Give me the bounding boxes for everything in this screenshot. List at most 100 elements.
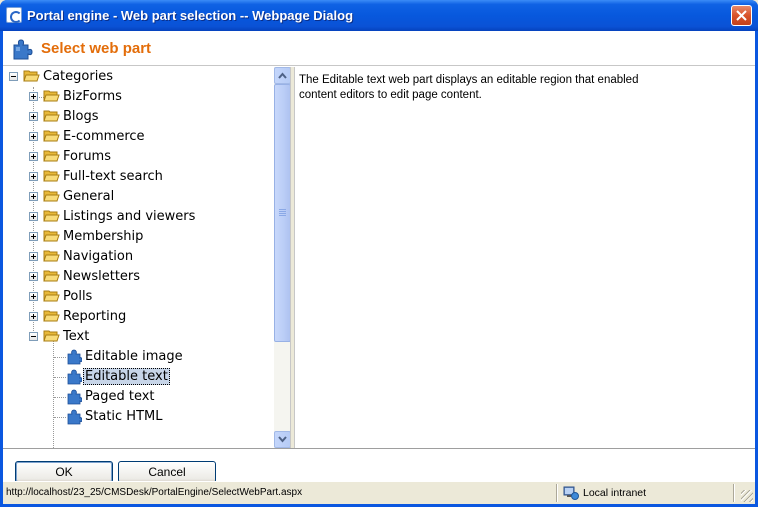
tree-node-label: BizForms: [63, 89, 122, 104]
tree-node-label: E-commerce: [63, 129, 145, 144]
expand-icon[interactable]: [29, 92, 38, 101]
intranet-zone-icon: [563, 486, 579, 500]
folder-icon: [43, 230, 60, 242]
tree-line: [54, 417, 66, 418]
tree-node-category-text[interactable]: Text: [3, 327, 263, 347]
expand-icon[interactable]: [29, 252, 38, 261]
expand-icon[interactable]: [29, 232, 38, 241]
tree-node-label: Membership: [63, 229, 144, 244]
tree-node-category[interactable]: E-commerce: [3, 127, 263, 147]
tree-node-label: Forums: [63, 149, 111, 164]
tree-node-category[interactable]: Listings and viewers: [3, 207, 263, 227]
tree-node-label: Editable image: [85, 349, 183, 364]
chevron-down-icon: [278, 436, 287, 443]
expand-icon[interactable]: [29, 132, 38, 141]
scroll-thumb[interactable]: [274, 84, 290, 342]
folder-icon: [43, 90, 60, 102]
ie-page-icon: [6, 7, 22, 23]
web-part-description: The Editable text web part displays an e…: [299, 74, 639, 101]
tree-node-category[interactable]: Reporting: [3, 307, 263, 327]
tree-node-label: Full-text search: [63, 169, 163, 184]
web-part-icon: [67, 349, 82, 365]
close-icon: [736, 10, 747, 21]
expand-icon[interactable]: [29, 192, 38, 201]
tree-node-label: Categories: [43, 69, 114, 84]
status-bar: http://localhost/23_25/CMSDesk/PortalEng…: [3, 481, 755, 504]
expand-icon[interactable]: [29, 212, 38, 221]
expand-icon[interactable]: [29, 312, 38, 321]
tree-node-category[interactable]: Newsletters: [3, 267, 263, 287]
cancel-button[interactable]: Cancel: [118, 461, 216, 483]
folder-icon: [43, 270, 60, 282]
expand-icon[interactable]: [29, 172, 38, 181]
web-part-icon: [67, 389, 82, 405]
tree-node-label: Editable text: [83, 368, 170, 385]
scroll-down-button[interactable]: [274, 431, 290, 448]
tree-node-label: Listings and viewers: [63, 209, 196, 224]
folder-icon: [43, 150, 60, 162]
tree-node-category[interactable]: Full-text search: [3, 167, 263, 187]
tree-node-category[interactable]: Forums: [3, 147, 263, 167]
folder-icon: [43, 110, 60, 122]
tree-node-label: Reporting: [63, 309, 127, 324]
category-tree-pane[interactable]: Categories BizForms Blogs E-commerce For…: [3, 67, 290, 448]
dialog-footer: OK Cancel: [3, 448, 755, 483]
tree-vertical-scrollbar[interactable]: [274, 67, 290, 448]
folder-icon: [43, 290, 60, 302]
tree-node-category[interactable]: Blogs: [3, 107, 263, 127]
tree-line: [54, 377, 66, 378]
scroll-up-button[interactable]: [274, 67, 290, 84]
tree-node-category[interactable]: Navigation: [3, 247, 263, 267]
tree-node-label: Blogs: [63, 109, 99, 124]
expand-icon[interactable]: [29, 112, 38, 121]
web-part-puzzle-icon: [13, 39, 33, 60]
security-zone-label: Local intranet: [583, 487, 647, 499]
window-title: Portal engine - Web part selection -- We…: [27, 8, 354, 23]
tree-node-label: Polls: [63, 289, 93, 304]
status-url: http://localhost/23_25/CMSDesk/PortalEng…: [6, 487, 303, 498]
tree-line: [54, 397, 66, 398]
tree-node-label: Paged text: [85, 389, 155, 404]
tree-node-label: Newsletters: [63, 269, 141, 284]
folder-open-icon: [43, 330, 60, 342]
folder-icon: [43, 310, 60, 322]
expand-icon[interactable]: [29, 292, 38, 301]
tree-node-webpart[interactable]: Paged text: [3, 387, 263, 407]
expand-icon[interactable]: [29, 272, 38, 281]
tree-node-webpart-selected[interactable]: Editable text: [3, 367, 263, 387]
resize-grip[interactable]: [741, 490, 753, 502]
status-separator: [556, 484, 558, 502]
tree-node-category[interactable]: Polls: [3, 287, 263, 307]
folder-icon: [43, 170, 60, 182]
expand-icon[interactable]: [29, 152, 38, 161]
tree-node-webpart[interactable]: Static HTML: [3, 407, 263, 427]
web-part-icon: [67, 369, 82, 385]
status-separator: [733, 484, 735, 502]
folder-icon: [43, 130, 60, 142]
folder-open-icon: [23, 70, 40, 82]
folder-icon: [43, 250, 60, 262]
web-part-icon: [67, 409, 82, 425]
title-bar[interactable]: Portal engine - Web part selection -- We…: [0, 0, 758, 31]
page-title: Select web part: [41, 40, 152, 57]
ok-button[interactable]: OK: [15, 461, 113, 483]
dialog-client-area: Select web part Categories BizForms Blog…: [3, 31, 755, 504]
collapse-icon[interactable]: [9, 72, 18, 81]
chevron-up-icon: [278, 72, 287, 79]
tree-node-label: Navigation: [63, 249, 134, 264]
folder-icon: [43, 190, 60, 202]
category-tree: Categories BizForms Blogs E-commerce For…: [3, 67, 273, 448]
tree-node-label: Text: [63, 329, 90, 344]
description-pane: The Editable text web part displays an e…: [295, 67, 755, 448]
close-button[interactable]: [731, 5, 752, 26]
dialog-window: Portal engine - Web part selection -- We…: [0, 0, 758, 507]
tree-node-webpart[interactable]: Editable image: [3, 347, 263, 367]
tree-node-label: General: [63, 189, 115, 204]
collapse-icon[interactable]: [29, 332, 38, 341]
tree-node-root[interactable]: Categories: [3, 67, 263, 87]
tree-node-category[interactable]: BizForms: [3, 87, 263, 107]
tree-node-category[interactable]: Membership: [3, 227, 263, 247]
tree-node-category[interactable]: General: [3, 187, 263, 207]
dialog-header: Select web part: [3, 31, 755, 66]
tree-node-label: Static HTML: [85, 409, 163, 424]
